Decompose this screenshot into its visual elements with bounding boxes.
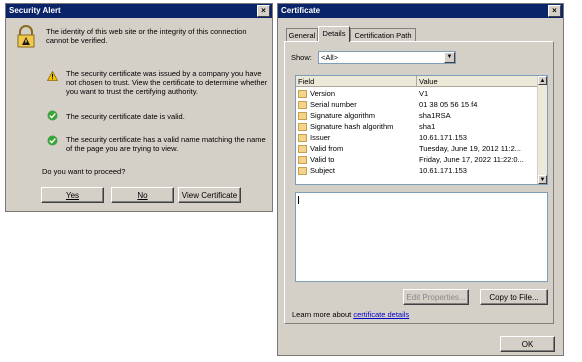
field-value: sha1 [419, 122, 436, 131]
field-name: Issuer [310, 133, 331, 142]
lock-warning-icon [17, 25, 35, 48]
field-icon [298, 123, 307, 131]
list-item[interactable]: Issuer 10.61.171.153 [296, 132, 546, 143]
field-icon [298, 112, 307, 120]
list-scrollbar[interactable]: ▲ ▼ [537, 76, 547, 184]
field-name: Signature algorithm [310, 111, 376, 120]
field-icon [298, 101, 307, 109]
tab-certification-path[interactable]: Certification Path [350, 28, 416, 41]
field-value: V1 [419, 89, 429, 98]
intro-text: The identity of this web site or the int… [46, 27, 247, 45]
no-button[interactable]: No [111, 187, 174, 203]
list-item[interactable]: Signature hash algorithm sha1 [296, 121, 546, 132]
list-item[interactable]: Signature algorithm sha1RSA [296, 110, 546, 121]
field-name: Serial number [310, 100, 357, 109]
column-header-value[interactable]: Value [417, 76, 539, 87]
tab-details[interactable]: Details [318, 26, 350, 42]
view-certificate-button[interactable]: View Certificate [178, 187, 241, 203]
field-name: Signature hash algorithm [310, 122, 394, 131]
view-certificate-button-label: View Certificate [181, 191, 238, 200]
close-icon[interactable]: × [257, 5, 270, 17]
field-value: Tuesday, June 19, 2012 11:2... [419, 144, 522, 153]
field-value: 01 38 05 56 15 f4 [419, 100, 478, 109]
text-cursor [298, 196, 299, 204]
alert-item-text: The security certificate date is valid. [66, 112, 185, 121]
scroll-down-icon[interactable]: ▼ [538, 175, 547, 184]
close-icon[interactable]: × [548, 5, 561, 17]
scroll-up-icon[interactable]: ▲ [538, 76, 547, 85]
field-icon [298, 134, 307, 142]
fields-list[interactable]: Field Value Version V1 Serial number 01 … [295, 75, 548, 185]
field-icon [298, 156, 307, 164]
certificate-details-link[interactable]: certificate details [353, 310, 409, 319]
ok-button[interactable]: OK [500, 336, 555, 352]
chevron-down-icon[interactable]: ▼ [444, 52, 455, 63]
alert-item-text: The security certificate has a valid nam… [66, 135, 266, 153]
field-name: Version [310, 89, 336, 98]
security-alert-dialog: Security Alert × The identity of this we… [5, 3, 273, 212]
list-item[interactable]: Serial number 01 38 05 56 15 f4 [296, 99, 546, 110]
security-alert-title: Security Alert [9, 6, 61, 15]
certificate-titlebar: Certificate × [278, 4, 563, 18]
warning-icon [47, 71, 58, 81]
details-panel: Show: <All> ▼ Field Value Version V1 Ser… [284, 41, 554, 324]
field-value: 10.61.171.153 [419, 166, 467, 175]
certificate-dialog: Certificate × General Details Certificat… [277, 3, 564, 356]
show-select-value: <All> [321, 53, 339, 62]
proceed-question: Do you want to proceed? [42, 167, 126, 176]
check-icon [47, 135, 58, 146]
list-item[interactable]: Version V1 [296, 88, 546, 99]
edit-properties-button[interactable]: Edit Properties... [403, 289, 469, 305]
no-button-label: No [137, 191, 148, 200]
learn-more-prefix: Learn more about [292, 310, 352, 319]
show-select[interactable]: <All> ▼ [318, 51, 456, 64]
copy-to-file-button[interactable]: Copy to File... [480, 289, 548, 305]
alert-item-text: The security certificate was issued by a… [66, 69, 268, 96]
yes-button[interactable]: Yes [41, 187, 104, 203]
learn-more-text: Learn more about certificate details [292, 310, 409, 319]
show-label: Show: [291, 53, 312, 62]
field-name: Subject [310, 166, 336, 175]
field-icon [298, 167, 307, 175]
value-detail-box[interactable] [295, 192, 548, 282]
field-name: Valid to [310, 155, 335, 164]
field-value: Friday, June 17, 2022 11:22:0... [419, 155, 524, 164]
yes-button-label: Yes [65, 191, 80, 200]
field-icon [298, 90, 307, 98]
list-item[interactable]: Valid to Friday, June 17, 2022 11:22:0..… [296, 154, 546, 165]
column-header-field[interactable]: Field [296, 76, 417, 87]
list-item[interactable]: Valid from Tuesday, June 19, 2012 11:2..… [296, 143, 546, 154]
certificate-title: Certificate [281, 6, 321, 15]
field-name: Valid from [310, 144, 344, 153]
list-item[interactable]: Subject 10.61.171.153 [296, 165, 546, 176]
tab-general[interactable]: General [286, 28, 318, 41]
field-icon [298, 145, 307, 153]
field-value: sha1RSA [419, 111, 451, 120]
check-icon [47, 110, 58, 121]
security-alert-titlebar: Security Alert × [6, 4, 272, 18]
field-value: 10.61.171.153 [419, 133, 467, 142]
